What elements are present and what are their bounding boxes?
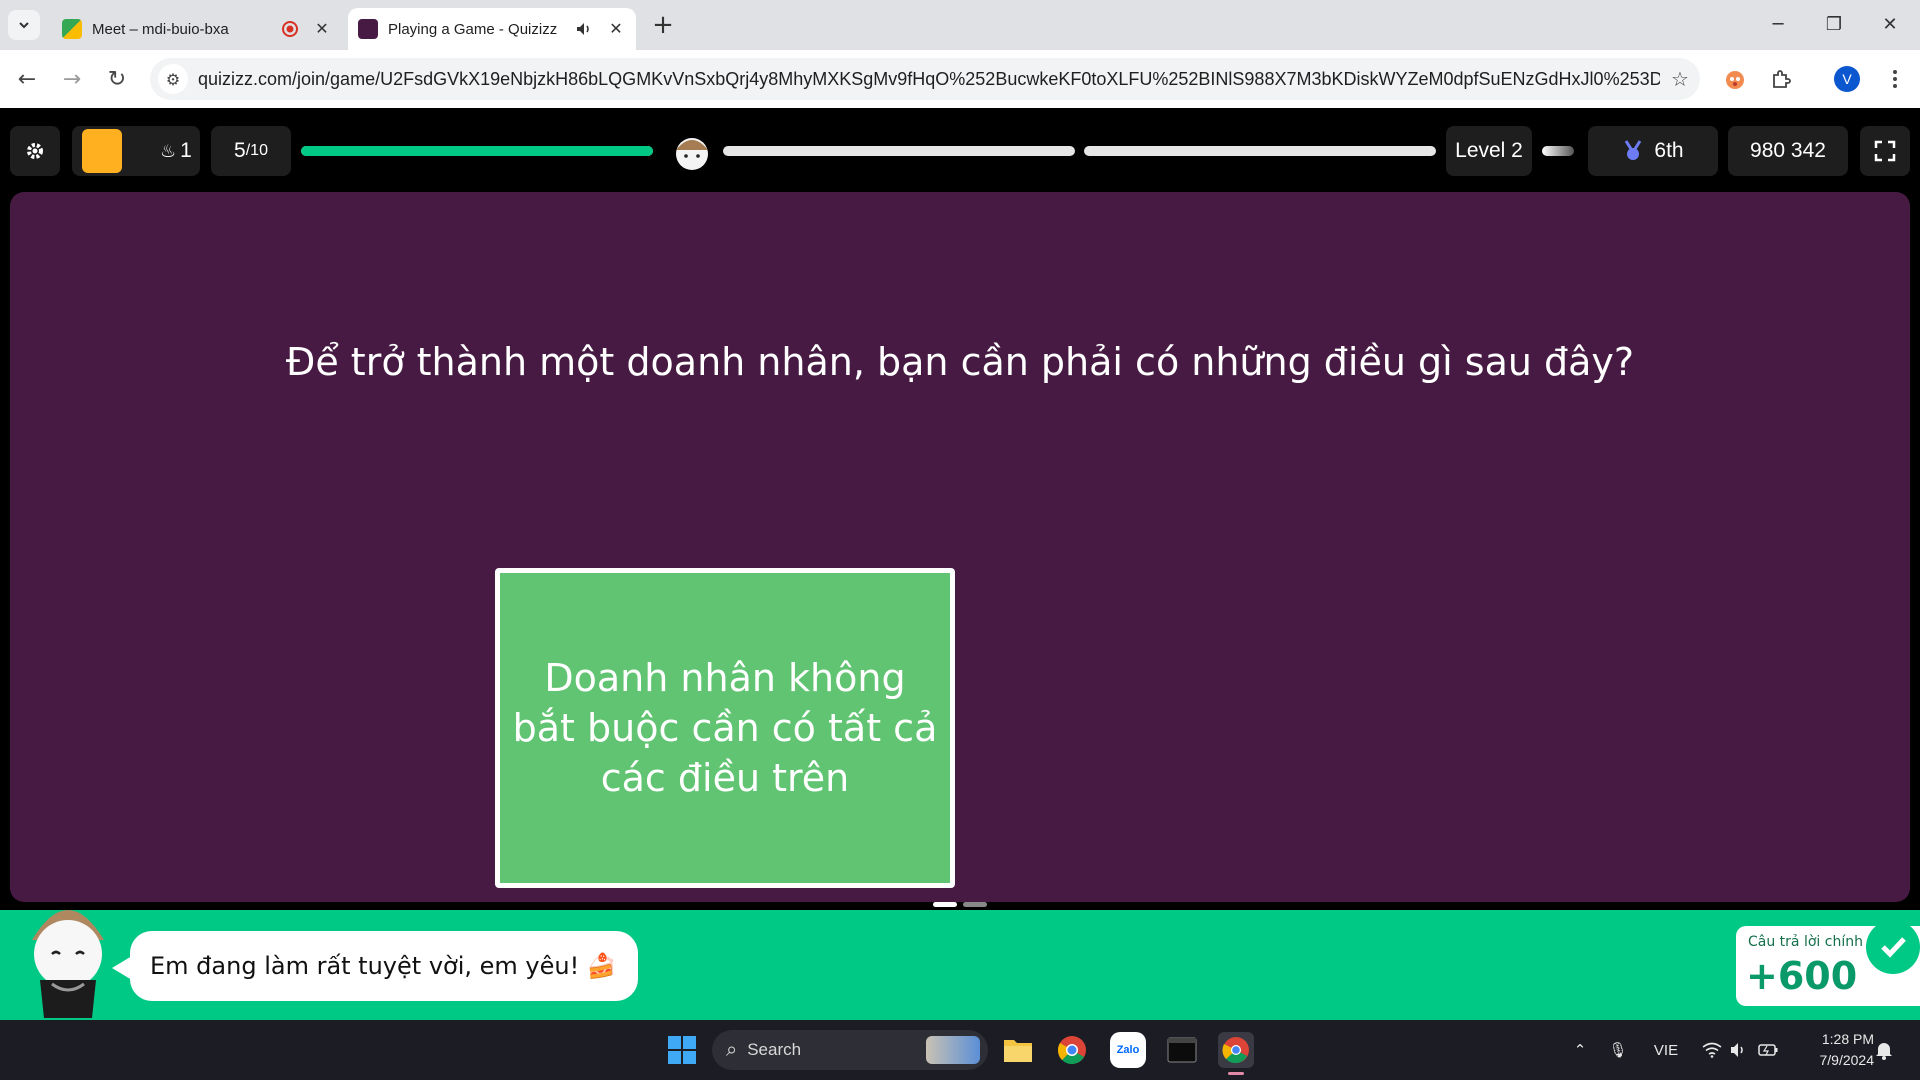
question-current: 5	[234, 139, 246, 162]
extensions-puzzle-icon[interactable]	[1766, 64, 1796, 94]
language-text: VIE	[1653, 1041, 1679, 1059]
volume-icon[interactable]	[1728, 1032, 1752, 1068]
score-box: 980 342	[1728, 126, 1848, 176]
question-counter: 5/10	[211, 126, 291, 176]
clock-date: 7/9/2024	[1819, 1052, 1875, 1068]
fullscreen-button[interactable]	[1860, 126, 1910, 176]
answer-option-text: Doanh nhân không bắt buộc cần có tất cả …	[512, 656, 938, 800]
taskbar-search-label: Search	[747, 1040, 802, 1059]
medal-icon	[1625, 140, 1642, 160]
points-card: Câu trả lời chính +600	[1736, 926, 1920, 1006]
progress-segment-2	[723, 146, 1075, 156]
speaker-icon[interactable]	[572, 17, 596, 41]
site-settings-icon[interactable]: ⚙	[158, 64, 188, 94]
score-text: 980 342	[1750, 139, 1826, 162]
tab-meet[interactable]: Meet – mdi-buio-bxa ✕	[52, 8, 342, 50]
profile-avatar[interactable]: V	[1834, 66, 1860, 92]
taskbar-search[interactable]: ⌕ Search	[712, 1030, 988, 1070]
checkmark-icon	[1866, 926, 1920, 974]
encouragement-bubble: Em đang làm rất tuyệt vời, em yêu! 🍰	[130, 931, 638, 1001]
notification-bell-icon[interactable]	[1872, 1032, 1896, 1068]
streak-count: 1	[180, 139, 192, 162]
tray-overflow-icon[interactable]: ⌃	[1568, 1032, 1592, 1068]
chrome-icon[interactable]	[1054, 1032, 1090, 1068]
settings-button[interactable]	[10, 126, 60, 176]
encouragement-text: Em đang làm rất tuyệt vời, em yêu! 🍰	[150, 952, 617, 980]
search-icon: ⌕	[726, 1038, 738, 1061]
gear-icon	[27, 143, 43, 159]
powerup-slot[interactable]	[82, 129, 122, 173]
question-total: /10	[245, 142, 268, 159]
extension-icon[interactable]	[1720, 64, 1750, 94]
tab-title: Meet – mdi-buio-bxa	[92, 20, 229, 38]
answer-option[interactable]: Doanh nhân không bắt buộc cần có tất cả …	[495, 568, 955, 888]
page-indicator	[963, 902, 987, 907]
search-highlight-image	[926, 1036, 980, 1064]
menu-kebab-icon[interactable]	[1880, 64, 1910, 94]
tab-title: Playing a Game - Quizizz	[388, 20, 558, 38]
taskbar-clock[interactable]: 1:28 PM 7/9/2024	[1794, 1029, 1875, 1071]
points-earned: +600	[1746, 954, 1858, 998]
level-label: Level 2	[1455, 139, 1523, 162]
address-bar[interactable]: ⚙ quizizz.com/join/game/U2FsdGVkX19eNbjz…	[150, 58, 1700, 100]
browser-tab-bar: Meet – mdi-buio-bxa ✕ Playing a Game - Q…	[0, 0, 1920, 50]
chevron-down-icon	[19, 22, 29, 29]
reload-button[interactable]: ↻	[100, 62, 134, 96]
active-app-indicator	[1228, 1072, 1244, 1075]
bubble-tail	[112, 956, 132, 980]
progress-fill	[301, 146, 653, 156]
battery-icon[interactable]	[1756, 1032, 1780, 1068]
microphone-icon[interactable]: 🎙	[1606, 1032, 1630, 1068]
language-indicator[interactable]: VIE	[1648, 1032, 1684, 1068]
bookmark-star-icon[interactable]: ☆	[1660, 67, 1700, 91]
powerup-streak-box: ♨ 1	[72, 126, 200, 176]
close-tab-icon[interactable]: ✕	[604, 17, 628, 41]
correct-answer-label: Câu trả lời chính	[1748, 934, 1863, 950]
minimize-button[interactable]: ─	[1750, 0, 1806, 48]
recording-icon	[278, 17, 302, 41]
question-stage	[10, 192, 1910, 902]
mascot-avatar	[22, 880, 114, 1020]
player-avatar	[670, 128, 714, 172]
quizizz-favicon	[358, 19, 378, 39]
progress-segment-1	[301, 146, 653, 156]
rank-box: 6th	[1588, 126, 1718, 176]
fullscreen-icon	[1874, 140, 1896, 162]
zalo-icon[interactable]: Zalo	[1110, 1032, 1146, 1068]
question-text: Để trở thành một doanh nhân, bạn cần phả…	[285, 340, 1635, 384]
forward-button[interactable]: →	[55, 62, 89, 96]
browser-toolbar: ← → ↻ ⚙ quizizz.com/join/game/U2FsdGVkX1…	[0, 50, 1920, 108]
close-tab-icon[interactable]: ✕	[310, 17, 334, 41]
progress-segment-3	[1084, 146, 1436, 156]
terminal-icon[interactable]	[1164, 1032, 1200, 1068]
level-badge: Level 2	[1446, 126, 1532, 176]
google-meet-icon	[62, 19, 82, 39]
back-button[interactable]: ←	[10, 62, 44, 96]
tab-quizizz[interactable]: Playing a Game - Quizizz ✕	[348, 8, 636, 50]
tab-search-button[interactable]	[8, 10, 40, 40]
start-button[interactable]	[664, 1032, 700, 1068]
restore-button[interactable]: ❐	[1806, 0, 1862, 48]
streak-fire-icon: ♨	[160, 140, 177, 161]
file-explorer-icon[interactable]	[1000, 1032, 1036, 1068]
clock-time: 1:28 PM	[1821, 1031, 1874, 1047]
page-indicator-active	[933, 902, 957, 907]
url-text[interactable]: quizizz.com/join/game/U2FsdGVkX19eNbjzkH…	[198, 69, 1660, 90]
windows-logo-icon	[668, 1036, 696, 1064]
chrome-profile-icon[interactable]	[1218, 1032, 1254, 1068]
new-tab-button[interactable]: +	[648, 10, 678, 40]
level-progress	[1542, 146, 1574, 156]
rank-text: 6th	[1654, 139, 1684, 162]
wifi-icon[interactable]	[1700, 1032, 1724, 1068]
close-window-button[interactable]: ✕	[1862, 0, 1918, 48]
